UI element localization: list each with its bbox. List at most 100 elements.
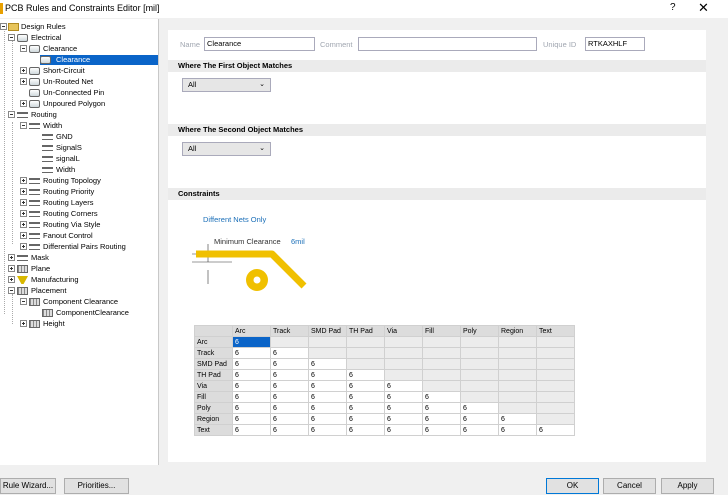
tree-item-height[interactable]: Height <box>0 319 158 329</box>
matrix-cell[interactable]: 6 <box>422 402 461 414</box>
matrix-cell[interactable]: 6 <box>384 424 423 436</box>
first-match-dropdown[interactable]: All ⌄ <box>182 78 271 92</box>
tree-item-width-group[interactable]: Width <box>0 121 158 131</box>
collapse-icon[interactable] <box>20 122 27 129</box>
name-field[interactable]: Clearance <box>204 37 315 51</box>
expand-icon[interactable] <box>20 67 27 74</box>
expand-icon[interactable] <box>20 199 27 206</box>
matrix-cell[interactable]: 6 <box>384 391 423 403</box>
collapse-icon[interactable] <box>20 45 27 52</box>
tree-item-clearance-group[interactable]: Clearance <box>0 44 158 54</box>
tree-item-routing-layers[interactable]: Routing Layers <box>0 198 158 208</box>
tree-item-routing-corners[interactable]: Routing Corners <box>0 209 158 219</box>
tree-item-unconnected-pin[interactable]: Un-Connected Pin <box>0 88 158 98</box>
expand-icon[interactable] <box>20 221 27 228</box>
tree-item-width-width[interactable]: Width <box>0 165 158 175</box>
net-scope-selector[interactable]: Different Nets Only <box>203 215 266 224</box>
matrix-cell[interactable]: 6 <box>232 336 271 348</box>
matrix-cell[interactable]: 6 <box>232 391 271 403</box>
matrix-cell[interactable]: 6 <box>308 413 347 425</box>
tree-item-electrical[interactable]: Electrical <box>0 33 158 43</box>
matrix-cell[interactable]: 6 <box>270 369 309 381</box>
tree-item-plane[interactable]: Plane <box>0 264 158 274</box>
tree-item-manufacturing[interactable]: Manufacturing <box>0 275 158 285</box>
tree-item-width-signall[interactable]: signalL <box>0 154 158 164</box>
expand-icon[interactable] <box>20 78 27 85</box>
matrix-cell[interactable]: 6 <box>346 369 385 381</box>
expand-icon[interactable] <box>20 243 27 250</box>
matrix-cell[interactable]: 6 <box>308 358 347 370</box>
matrix-cell[interactable]: 6 <box>384 402 423 414</box>
tree-item-routing-via-style[interactable]: Routing Via Style <box>0 220 158 230</box>
matrix-cell[interactable]: 6 <box>346 413 385 425</box>
cancel-button[interactable]: Cancel <box>603 478 656 494</box>
tree-item-routing-topology[interactable]: Routing Topology <box>0 176 158 186</box>
tree-item-component-clearance-rule[interactable]: ComponentClearance <box>0 308 158 318</box>
matrix-cell[interactable]: 6 <box>270 402 309 414</box>
tree-item-fanout-control[interactable]: Fanout Control <box>0 231 158 241</box>
ok-button[interactable]: OK <box>546 478 599 494</box>
expand-icon[interactable] <box>8 265 15 272</box>
expand-icon[interactable] <box>20 177 27 184</box>
matrix-cell[interactable]: 6 <box>270 358 309 370</box>
matrix-cell[interactable]: 6 <box>346 380 385 392</box>
expand-icon[interactable] <box>8 276 15 283</box>
matrix-cell[interactable]: 6 <box>536 424 575 436</box>
clearance-matrix[interactable]: Arc Track SMD Pad TH Pad Via Fill Poly Region Te… <box>194 325 575 436</box>
matrix-cell[interactable]: 6 <box>232 380 271 392</box>
expand-icon[interactable] <box>8 254 15 261</box>
tree-item-routing-priority[interactable]: Routing Priority <box>0 187 158 197</box>
expand-icon[interactable] <box>20 188 27 195</box>
matrix-cell[interactable]: 6 <box>270 391 309 403</box>
collapse-icon[interactable] <box>20 298 27 305</box>
matrix-cell[interactable]: 6 <box>422 424 461 436</box>
expand-icon[interactable] <box>20 320 27 327</box>
matrix-cell[interactable]: 6 <box>346 391 385 403</box>
unique-id-field[interactable]: RTKAXHLF <box>585 37 645 51</box>
matrix-cell[interactable]: 6 <box>232 424 271 436</box>
priorities-button[interactable]: Priorities... <box>64 478 129 494</box>
matrix-cell[interactable]: 6 <box>308 369 347 381</box>
tree-item-diff-pairs[interactable]: Differential Pairs Routing <box>0 242 158 252</box>
matrix-cell[interactable]: 6 <box>460 413 499 425</box>
matrix-cell[interactable]: 6 <box>270 347 309 359</box>
collapse-icon[interactable] <box>8 34 15 41</box>
matrix-cell[interactable]: 6 <box>308 391 347 403</box>
matrix-cell[interactable]: 6 <box>498 424 537 436</box>
matrix-cell[interactable]: 6 <box>308 402 347 414</box>
second-match-dropdown[interactable]: All ⌄ <box>182 142 271 156</box>
expand-icon[interactable] <box>20 210 27 217</box>
matrix-cell[interactable]: 6 <box>232 369 271 381</box>
tree-item-routing[interactable]: Routing <box>0 110 158 120</box>
tree-item-placement[interactable]: Placement <box>0 286 158 296</box>
close-button[interactable]: ✕ <box>698 0 709 16</box>
matrix-cell[interactable]: 6 <box>422 391 461 403</box>
help-button[interactable]: ? <box>670 2 676 13</box>
tree-item-mask[interactable]: Mask <box>0 253 158 263</box>
matrix-cell[interactable]: 6 <box>422 413 461 425</box>
matrix-cell[interactable]: 6 <box>232 402 271 414</box>
tree-item-component-clearance-group[interactable]: Component Clearance <box>0 297 158 307</box>
matrix-cell[interactable]: 6 <box>460 402 499 414</box>
matrix-cell[interactable]: 6 <box>308 424 347 436</box>
matrix-cell[interactable]: 6 <box>270 380 309 392</box>
matrix-cell[interactable]: 6 <box>346 424 385 436</box>
matrix-cell[interactable]: 6 <box>270 413 309 425</box>
tree-item-unpoured-polygon[interactable]: Unpoured Polygon <box>0 99 158 109</box>
matrix-cell[interactable]: 6 <box>346 402 385 414</box>
matrix-cell[interactable]: 6 <box>232 358 271 370</box>
collapse-icon[interactable] <box>8 287 15 294</box>
tree-item-short-circuit[interactable]: Short-Circuit <box>0 66 158 76</box>
apply-button[interactable]: Apply <box>661 478 714 494</box>
rules-tree[interactable]: Design Rules Electrical Clearance Cleara… <box>0 19 159 465</box>
matrix-cell[interactable]: 6 <box>498 413 537 425</box>
matrix-cell[interactable]: 6 <box>232 413 271 425</box>
matrix-cell[interactable]: 6 <box>232 347 271 359</box>
tree-item-unrouted-net[interactable]: Un-Routed Net <box>0 77 158 87</box>
tree-item-design-rules[interactable]: Design Rules <box>0 22 158 32</box>
comment-field[interactable] <box>358 37 537 51</box>
matrix-cell[interactable]: 6 <box>308 380 347 392</box>
tree-item-width-signals[interactable]: SignalS <box>0 143 158 153</box>
matrix-cell[interactable]: 6 <box>384 380 423 392</box>
tree-item-width-gnd[interactable]: GND <box>0 132 158 142</box>
